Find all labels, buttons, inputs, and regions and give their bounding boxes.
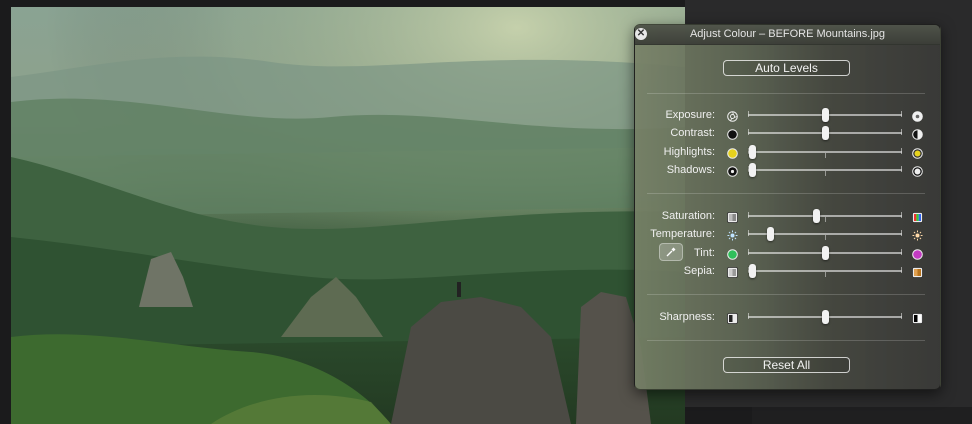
sepia-row: Sepia:	[635, 262, 940, 280]
tint-row: Tint:	[635, 243, 940, 262]
auto-levels-button[interactable]: Auto Levels	[723, 60, 850, 76]
sepia-slider-thumb[interactable]	[749, 264, 756, 278]
highlights-slider-thumb[interactable]	[749, 145, 756, 159]
background-canvas-lower	[752, 407, 972, 424]
temperature-slider[interactable]	[748, 227, 902, 241]
saturation-label: Saturation:	[661, 210, 715, 222]
eyedropper-icon	[666, 247, 676, 257]
saturation-slider[interactable]	[748, 209, 902, 223]
contrast-slider[interactable]	[748, 126, 902, 140]
adjust-colour-panel: ✕ Adjust Colour – BEFORE Mountains.jpg A…	[634, 24, 941, 390]
saturation-row: Saturation:	[635, 207, 940, 225]
tint-slider[interactable]	[748, 246, 902, 260]
saturation-high-icon[interactable]	[912, 210, 923, 223]
aperture-large-icon[interactable]	[912, 109, 923, 122]
temperature-label: Temperature:	[650, 228, 715, 240]
shadows-low-icon[interactable]	[727, 164, 738, 177]
contrast-label: Contrast:	[670, 127, 715, 139]
panel-titlebar[interactable]: ✕ Adjust Colour – BEFORE Mountains.jpg	[635, 25, 940, 45]
tint-slider-thumb[interactable]	[822, 246, 829, 260]
separator	[647, 193, 925, 194]
aperture-small-icon[interactable]	[727, 109, 738, 122]
highlights-low-icon[interactable]	[727, 146, 738, 159]
exposure-label: Exposure:	[665, 109, 715, 121]
shadows-slider-thumb[interactable]	[749, 163, 756, 177]
exposure-row: Exposure:	[635, 106, 940, 124]
tint-label: Tint:	[694, 247, 715, 259]
mountain-photo	[11, 7, 685, 424]
temperature-row: Temperature:	[635, 225, 940, 243]
saturation-low-icon[interactable]	[727, 210, 738, 223]
sun-warm-icon[interactable]	[912, 228, 923, 241]
shadows-row: Shadows:	[635, 161, 940, 179]
highlights-high-icon[interactable]	[912, 146, 923, 159]
contrast-low-icon[interactable]	[727, 127, 738, 140]
sharpness-high-icon[interactable]	[912, 311, 923, 324]
sharpness-row: Sharpness:	[635, 308, 940, 326]
contrast-row: Contrast:	[635, 124, 940, 142]
sharpness-low-icon[interactable]	[727, 311, 738, 324]
exposure-slider-thumb[interactable]	[822, 108, 829, 122]
exposure-slider[interactable]	[748, 108, 902, 122]
separator	[647, 340, 925, 341]
sepia-low-icon[interactable]	[727, 265, 738, 278]
tint-magenta-icon[interactable]	[912, 247, 923, 260]
contrast-high-icon[interactable]	[912, 127, 923, 140]
tint-green-icon[interactable]	[727, 247, 738, 260]
separator	[647, 294, 925, 295]
separator	[647, 93, 925, 94]
shadows-high-icon[interactable]	[912, 164, 923, 177]
reset-all-button[interactable]: Reset All	[723, 357, 850, 373]
shadows-slider[interactable]	[748, 163, 902, 177]
shadows-label: Shadows:	[666, 164, 715, 176]
sharpness-slider-thumb[interactable]	[822, 310, 829, 324]
panel-title: Adjust Colour – BEFORE Mountains.jpg	[689, 28, 886, 40]
sepia-high-icon[interactable]	[912, 265, 923, 278]
highlights-row: Highlights:	[635, 143, 940, 161]
temperature-slider-thumb[interactable]	[766, 227, 774, 241]
saturation-slider-thumb[interactable]	[813, 209, 821, 223]
contrast-slider-thumb[interactable]	[822, 126, 829, 140]
sepia-label: Sepia:	[683, 265, 715, 277]
sharpness-slider[interactable]	[748, 310, 902, 324]
eyedropper-button[interactable]	[659, 243, 683, 261]
sepia-slider[interactable]	[748, 264, 902, 278]
highlights-label: Highlights:	[663, 146, 715, 158]
highlights-slider[interactable]	[748, 145, 902, 159]
sun-cool-icon[interactable]	[727, 228, 738, 241]
sharpness-label: Sharpness:	[659, 311, 715, 323]
